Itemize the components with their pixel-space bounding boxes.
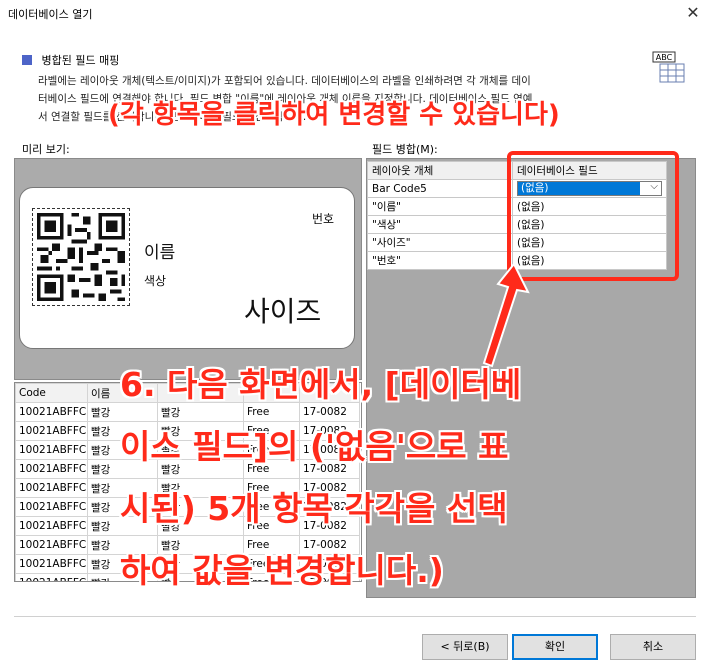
grid-cell: 10021ABFFC [15, 554, 88, 574]
grid-cell: 10021ABFFC [15, 497, 88, 517]
footer-divider [14, 616, 696, 617]
column-header-layout-object: 레이아웃 개체 [367, 161, 513, 180]
layout-object-cell: "사이즈" [367, 233, 513, 252]
layout-object-cell: Bar Code5 [367, 179, 513, 198]
card-size-field: 사이즈 [244, 295, 322, 328]
close-icon[interactable]: ✕ [681, 2, 705, 24]
preview-label: 미리 보기: [22, 143, 70, 156]
annotation-line: 하여 값을 변경합니다.) [120, 551, 444, 590]
window-title: 데이터베이스 열기 [8, 8, 93, 21]
card-name-field: 이름 [144, 243, 176, 263]
grid-cell: 10021ABFFC [15, 516, 88, 536]
grid-cell: 10021ABFFC [15, 402, 88, 422]
grid-cell: 10021ABFFC [15, 478, 88, 498]
section-title: 병합된 필드 매핑 [41, 54, 120, 67]
grid-column-header[interactable]: Code [15, 383, 88, 403]
card-number-field: 번호 [312, 212, 335, 226]
highlight-box [507, 151, 679, 281]
qr-code-icon [32, 208, 130, 306]
grid-cell: 10021ABFFC [15, 459, 88, 479]
back-button[interactable]: < 뒤로(B) [422, 634, 508, 660]
card-color-field: 색상 [144, 274, 167, 288]
grid-cell: 10021ABFFC [15, 535, 88, 555]
pointer-arrow-icon [482, 262, 530, 368]
grid-cell: 10021ABFFC [15, 421, 88, 441]
preview-panel: 번호 이름 색상 사이즈 [14, 158, 362, 380]
field-merge-label: 필드 병합(M): [372, 143, 438, 156]
layout-object-cell: "색상" [367, 215, 513, 234]
label-card: 번호 이름 색상 사이즈 [19, 187, 355, 349]
cancel-button[interactable]: 취소 [610, 634, 696, 660]
annotation-line: 6. 다음 화면에서, [데이터베 [120, 365, 522, 404]
section-header: 병합된 필드 매핑 [22, 52, 119, 68]
svg-text:ABC: ABC [656, 53, 673, 62]
grid-cell: 10021ABFFC [15, 440, 88, 460]
description-line: 라벨에는 레이아웃 개체(텍스트/이미지)가 포함되어 있습니다. 데이터베이스… [38, 75, 531, 87]
title-bar: 데이터베이스 열기 ✕ [0, 0, 711, 28]
annotation-top: (각 항목을 클릭하여 변경할 수 있습니다) [108, 100, 560, 130]
ok-button[interactable]: 확인 [512, 634, 598, 660]
layout-object-cell: "이름" [367, 197, 513, 216]
section-square-icon [22, 55, 32, 65]
annotation-line: 이스 필드]의 ('없음'으로 표 [120, 427, 509, 466]
annotation-line: 시된) 5개 항목 각각을 선택 [120, 489, 508, 528]
grid-cell: 10021ABFFC [15, 573, 88, 581]
